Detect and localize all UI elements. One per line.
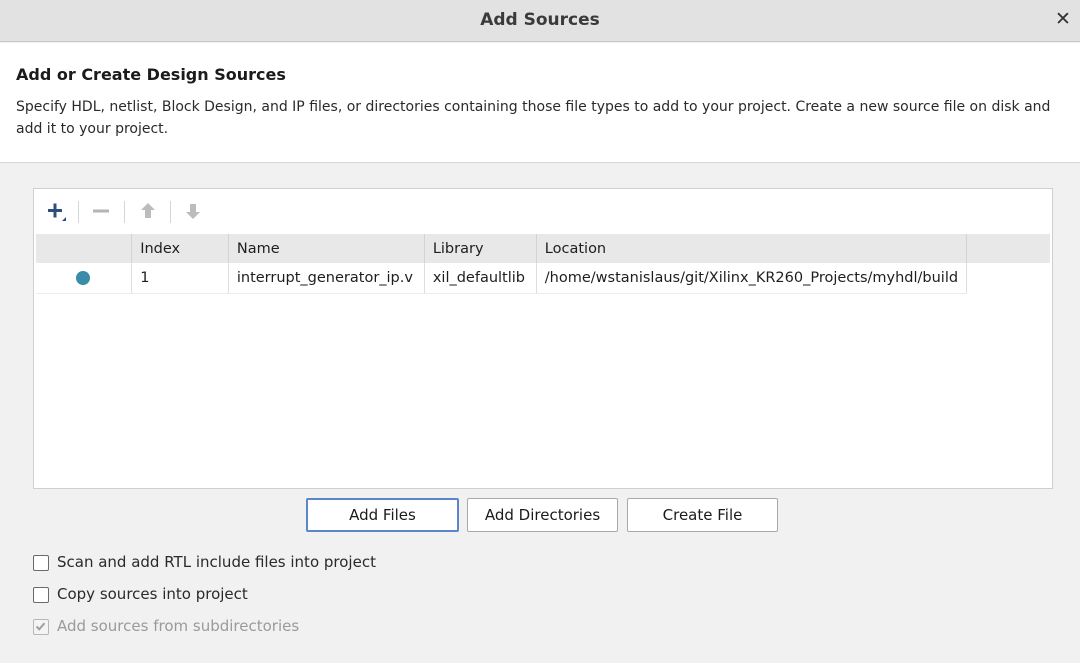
sources-table: Index Name Library Location 1 interrupt_… xyxy=(36,234,1050,294)
plus-icon[interactable] xyxy=(42,197,70,225)
table-header-row: Index Name Library Location xyxy=(36,234,1050,263)
add-subdirs-option: Add sources from subdirectories xyxy=(33,617,363,639)
copy-sources-option: Copy sources into project xyxy=(33,585,333,607)
column-header-name[interactable]: Name xyxy=(228,234,425,263)
column-header-status[interactable] xyxy=(36,234,133,263)
sources-panel: Index Name Library Location 1 interrupt_… xyxy=(33,188,1053,489)
title-bar: Add Sources ✕ xyxy=(0,0,1080,42)
scan-rtl-option: Scan and add RTL include files into proj… xyxy=(33,553,453,575)
copy-sources-checkbox[interactable] xyxy=(33,587,49,603)
page-title: Add or Create Design Sources xyxy=(16,65,286,84)
page-description: Specify HDL, netlist, Block Design, and … xyxy=(16,99,1051,137)
checkmark-icon xyxy=(35,622,46,631)
toolbar-separator xyxy=(170,201,171,223)
window-title: Add Sources xyxy=(480,10,600,30)
column-header-filler xyxy=(966,234,1050,263)
arrow-down-icon[interactable] xyxy=(179,197,207,225)
scan-rtl-label: Scan and add RTL include files into proj… xyxy=(57,553,376,571)
add-subdirs-label: Add sources from subdirectories xyxy=(57,617,300,635)
minus-icon[interactable] xyxy=(88,197,116,225)
header-section: Add or Create Design Sources Specify HDL… xyxy=(0,43,1080,163)
close-icon[interactable]: ✕ xyxy=(1052,8,1074,30)
column-header-index[interactable]: Index xyxy=(131,234,229,263)
create-file-button[interactable]: Create File xyxy=(627,498,778,532)
add-directories-button[interactable]: Add Directories xyxy=(467,498,618,532)
row-filler xyxy=(966,263,1050,294)
library-cell[interactable]: xil_defaultlib xyxy=(424,263,537,294)
status-dot-icon xyxy=(76,271,90,285)
toolbar-separator xyxy=(78,201,79,223)
location-cell: /home/wstanislaus/git/Xilinx_KR260_Proje… xyxy=(536,263,968,294)
column-header-location[interactable]: Location xyxy=(536,234,968,263)
column-header-library[interactable]: Library xyxy=(424,234,537,263)
status-cell xyxy=(36,263,133,294)
arrow-up-icon[interactable] xyxy=(134,197,162,225)
sources-toolbar xyxy=(34,189,1052,234)
index-cell: 1 xyxy=(131,263,229,294)
name-cell: interrupt_generator_ip.v xyxy=(228,263,425,294)
toolbar-separator xyxy=(124,201,125,223)
copy-sources-label: Copy sources into project xyxy=(57,585,248,603)
add-subdirs-checkbox[interactable] xyxy=(33,619,49,635)
scan-rtl-checkbox[interactable] xyxy=(33,555,49,571)
table-row[interactable]: 1 interrupt_generator_ip.v xil_defaultli… xyxy=(36,263,1050,294)
add-files-button[interactable]: Add Files xyxy=(306,498,459,532)
